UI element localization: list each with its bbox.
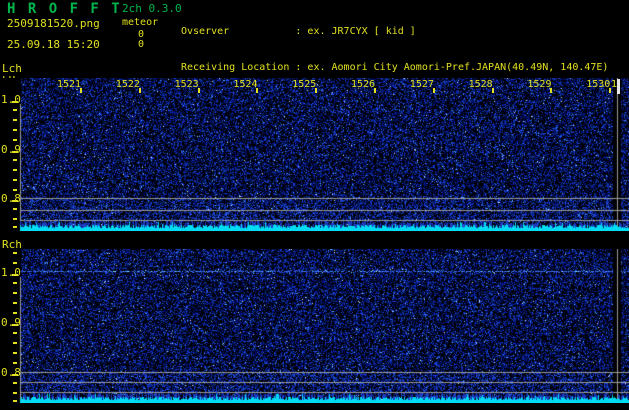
time-label: 1525	[292, 79, 317, 90]
freq-minor-tick	[13, 262, 17, 264]
mode-label: meteor	[122, 17, 159, 28]
freq-major-tick	[12, 101, 18, 103]
freq-major-tick	[12, 324, 18, 326]
time-tick	[432, 88, 435, 93]
freq-minor-tick	[13, 179, 17, 181]
lch-spectrogram	[0, 78, 629, 231]
freq-minor-tick	[13, 392, 17, 394]
time-label: 1527	[409, 79, 434, 90]
freq-label: 0.8	[1, 192, 21, 205]
hrofft-screen: H R O F F T 2ch 0.3.0 2509181520.png met…	[0, 0, 629, 410]
location-line: Receiving Location : ex. Aomori City Aom…	[181, 62, 609, 73]
freq-minor-tick	[13, 129, 17, 131]
freq-minor-tick	[13, 312, 17, 314]
freq-minor-tick	[13, 109, 17, 111]
rch-spectrogram	[0, 249, 629, 403]
time-label: 1530	[586, 79, 611, 90]
time-tick	[197, 88, 200, 93]
time-label: 1526	[351, 79, 376, 90]
freq-minor-tick	[13, 362, 17, 364]
freq-minor-tick	[13, 352, 17, 354]
freq-minor-tick	[13, 282, 17, 284]
time-tick	[80, 88, 82, 93]
output-filename: 2509181520.png	[7, 17, 100, 30]
freq-minor-tick	[13, 400, 17, 402]
freq-minor-tick	[13, 342, 17, 344]
freq-label: 0.8	[1, 366, 21, 379]
app-title: H R O F F T	[7, 1, 122, 17]
freq-major-tick	[12, 151, 18, 153]
time-label: 1522	[115, 79, 140, 90]
freq-minor-tick	[13, 292, 17, 294]
freq-minor-tick	[13, 218, 17, 220]
freq-major-tick	[12, 274, 18, 276]
freq-major-tick	[12, 200, 18, 202]
freq-minor-tick	[13, 332, 17, 334]
app-version: 2ch 0.3.0	[122, 2, 182, 15]
write-cursor-top	[617, 79, 620, 94]
freq-minor-tick	[13, 139, 17, 141]
time-tick	[138, 88, 141, 93]
time-label: 1524	[233, 79, 258, 90]
time-tick	[491, 88, 494, 93]
freq-minor-tick	[13, 302, 17, 304]
freq-minor-tick	[13, 169, 17, 171]
freq-minor-tick	[13, 226, 17, 228]
freq-minor-tick	[13, 159, 17, 161]
freq-label: 0.9	[1, 143, 21, 156]
freq-major-tick	[12, 374, 18, 376]
freq-minor-tick	[13, 208, 17, 210]
time-label: 1528	[468, 79, 493, 90]
time-label: 1529	[527, 79, 552, 90]
meteor-count-rch: 0	[137, 39, 144, 50]
time-label: 1523	[174, 79, 199, 90]
freq-minor-tick	[13, 382, 17, 384]
freq-minor-tick	[13, 119, 17, 121]
freq-minor-tick	[13, 252, 17, 254]
time-tick	[256, 88, 259, 93]
freq-label: 0.9	[1, 316, 21, 329]
freq-label: 1.0	[1, 266, 21, 279]
freq-label: 1.0	[1, 93, 21, 106]
datetime-label: 25.09.18 15:20	[7, 38, 100, 51]
time-tick	[550, 88, 553, 93]
time-tick	[315, 88, 318, 93]
observer-line: Ovserver : ex. JR7CYX [ kid ]	[181, 26, 416, 37]
freq-minor-tick	[13, 189, 17, 191]
time-tick	[374, 88, 376, 93]
time-label: 1521	[57, 79, 82, 90]
